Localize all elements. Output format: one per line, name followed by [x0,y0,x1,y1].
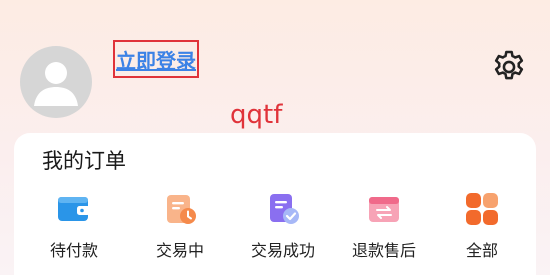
clipboard-clock-icon [167,195,196,224]
user-silhouette-icon [34,62,78,106]
order-pending-payment[interactable]: 待付款 [24,189,124,269]
order-item-label: 退款售后 [351,241,416,260]
order-item-label: 全部 [465,241,498,260]
order-all[interactable]: 全部 [432,189,532,269]
avatar[interactable] [20,46,92,118]
order-item-label: 交易中 [155,241,204,260]
annotation-text: qqtf [230,100,283,130]
refund-exchange-icon [369,197,399,222]
orders-title[interactable]: 我的订单 [42,145,126,175]
document-check-icon [270,194,299,224]
orders-card: 我的订单 待付款 交易中 交易成功 退款售后 全部 [14,133,536,275]
login-link[interactable]: 立即登录 [113,40,199,78]
wallet-icon [58,197,90,221]
login-link-label: 立即登录 [116,48,196,73]
order-completed[interactable]: 交易成功 [233,189,333,269]
gear-icon [494,50,524,80]
settings-button[interactable] [490,48,528,86]
order-refund-aftersale[interactable]: 退款售后 [334,189,434,269]
order-item-label: 交易成功 [250,241,315,260]
order-in-progress[interactable]: 交易中 [130,189,230,269]
grid-all-icon [466,193,498,225]
order-item-label: 待付款 [49,241,98,260]
